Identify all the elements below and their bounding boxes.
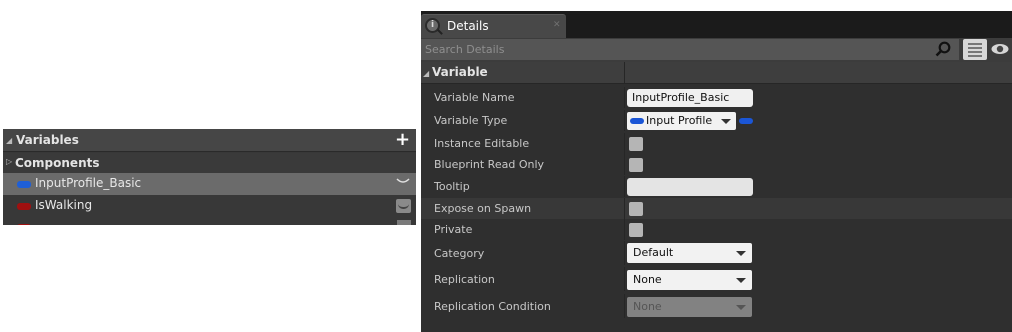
property-label: Category: [434, 247, 485, 260]
search-icon[interactable]: [935, 41, 951, 57]
property-label: Tooltip: [434, 180, 470, 193]
property-label: Replication Condition: [434, 300, 551, 313]
variable-item-partial[interactable]: [3, 217, 416, 225]
property-label: Private: [434, 223, 473, 236]
property-row-blueprint-read-only: Blueprint Read Only: [421, 154, 1012, 175]
column-divider: [624, 110, 625, 131]
chevron-down-icon[interactable]: [395, 176, 411, 190]
variable-type-value: Input Profile: [646, 114, 713, 127]
variable-name-label: InputProfile_Basic: [35, 176, 142, 190]
property-row-variable-type: Variable Type Input Profile: [421, 110, 1012, 131]
variable-type-pill-icon: [630, 118, 644, 124]
variable-name-field[interactable]: InputProfile_Basic: [627, 89, 753, 107]
variables-title: Variables: [16, 133, 79, 147]
variable-type-pill-icon: [17, 181, 31, 188]
components-section[interactable]: ▷ Components: [3, 153, 416, 173]
close-icon[interactable]: ✕: [553, 20, 561, 30]
property-row-replication: Replication None: [421, 267, 1012, 291]
view-options-button[interactable]: [963, 39, 987, 60]
chevron-down-icon[interactable]: [396, 199, 411, 213]
column-divider: [624, 176, 625, 197]
variable-type-pill-icon: [17, 224, 31, 225]
category-value: Default: [633, 246, 674, 259]
property-label: Replication: [434, 273, 495, 286]
search-bar: [421, 38, 1012, 62]
variable-type-dropdown[interactable]: Input Profile: [627, 112, 736, 130]
variable-item-inputprofile-basic[interactable]: InputProfile_Basic: [3, 173, 416, 195]
column-divider: [624, 241, 625, 265]
variable-item-iswalking[interactable]: IsWalking: [3, 195, 416, 217]
details-icon: i: [425, 18, 440, 33]
replication-value: None: [633, 273, 662, 286]
property-row-replication-condition: Replication Condition None: [421, 294, 1012, 318]
private-checkbox[interactable]: [629, 223, 643, 237]
search-input[interactable]: [421, 39, 959, 60]
property-label: Variable Name: [434, 91, 515, 104]
dropdown-arrow-icon: [736, 305, 746, 310]
tab-details[interactable]: i Details ✕: [421, 14, 566, 38]
tooltip-field[interactable]: [627, 178, 753, 196]
column-divider: [624, 62, 625, 84]
tab-label: Details: [447, 19, 489, 33]
column-divider: [624, 294, 625, 318]
chevron-down-icon[interactable]: [397, 220, 411, 225]
replication-dropdown[interactable]: None: [627, 270, 752, 290]
expand-triangle-icon[interactable]: ▷: [6, 157, 12, 166]
collapse-triangle-icon[interactable]: ◢: [423, 69, 429, 78]
eye-icon[interactable]: [991, 43, 1009, 55]
property-label: Instance Editable: [434, 137, 530, 150]
property-row-private: Private: [421, 219, 1012, 240]
container-type-pill-icon[interactable]: [739, 118, 753, 124]
variables-panel: ◢ Variables + ▷ Components InputProfile_…: [3, 129, 416, 225]
dropdown-arrow-icon: [736, 251, 746, 256]
category-combobox[interactable]: Default: [627, 243, 752, 263]
category-variable[interactable]: ◢ Variable: [421, 62, 1012, 84]
variable-name-label: IsWalking: [35, 198, 93, 212]
instance-editable-checkbox[interactable]: [629, 137, 643, 151]
column-divider: [624, 154, 625, 175]
replication-condition-value: None: [633, 300, 662, 313]
tab-bar: i Details ✕: [421, 11, 1012, 38]
property-label: Blueprint Read Only: [434, 158, 545, 171]
collapse-triangle-icon[interactable]: ◢: [6, 136, 12, 145]
property-row-expose-on-spawn: Expose on Spawn: [421, 198, 1012, 219]
blueprint-read-only-checkbox[interactable]: [629, 158, 643, 172]
property-row-category: Category Default: [421, 241, 1012, 265]
property-label: Expose on Spawn: [434, 202, 532, 215]
replication-condition-dropdown[interactable]: None: [627, 297, 752, 317]
column-divider: [624, 267, 625, 291]
dropdown-arrow-icon: [721, 119, 731, 124]
property-row-instance-editable: Instance Editable: [421, 133, 1012, 154]
column-divider: [624, 219, 625, 240]
variable-type-pill-icon: [17, 203, 31, 210]
property-row-tooltip: Tooltip: [421, 176, 1012, 197]
expose-on-spawn-checkbox[interactable]: [629, 202, 643, 216]
dropdown-arrow-icon: [736, 278, 746, 283]
property-row-variable-name: Variable Name InputProfile_Basic: [421, 87, 1012, 108]
plus-icon[interactable]: +: [395, 130, 410, 150]
column-divider: [624, 87, 625, 108]
category-title: Variable: [432, 65, 488, 79]
column-divider: [624, 198, 625, 219]
property-label: Variable Type: [434, 114, 508, 127]
variables-header[interactable]: ◢ Variables +: [3, 129, 416, 152]
details-panel: i Details ✕ ◢ Variable Variable Name Inp…: [421, 11, 1012, 332]
column-divider: [624, 133, 625, 154]
components-label: Components: [15, 156, 100, 170]
